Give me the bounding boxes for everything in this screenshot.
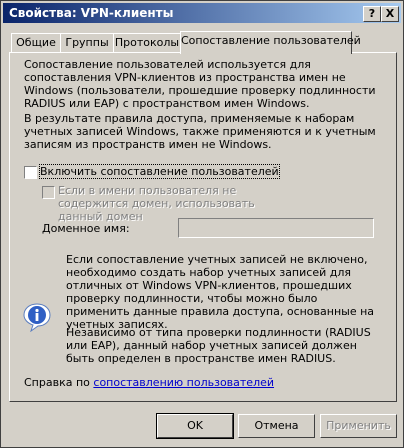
properties-dialog: Свойства: VPN-клиенты ? X Общие Группы П… (0, 0, 404, 448)
description-paragraph: Сопоставление пользователей используется… (24, 58, 376, 110)
help-button[interactable]: ? (363, 6, 381, 22)
help-text: Справка по сопоставлению пользователей (24, 376, 274, 389)
tab-general[interactable]: Общие (11, 33, 61, 52)
enable-mapping-label[interactable]: Включить сопоставление пользователей (39, 164, 280, 179)
tab-groups-label: Группы (65, 36, 109, 49)
tab-user-mapping[interactable]: Сопоставление пользователей (180, 31, 361, 54)
enable-mapping-checkbox[interactable] (24, 166, 37, 179)
ok-button-label: OK (187, 419, 203, 432)
tab-protocols-label: Протоколы (114, 36, 180, 49)
close-button[interactable]: X (381, 6, 399, 22)
window-title: Свойства: VPN-клиенты (9, 6, 174, 20)
help-prefix: Справка по (24, 376, 90, 389)
help-link[interactable]: сопоставлению пользователей (93, 376, 274, 389)
cancel-button-label: Отмена (254, 419, 299, 432)
info-paragraph-1: Если сопоставление учетных записей не вк… (66, 253, 375, 331)
info-icon (23, 303, 51, 332)
apply-button-label: Применить (326, 419, 391, 432)
tab-panel: Сопоставление пользователей используется… (9, 52, 397, 402)
tab-protocols[interactable]: Протоколы (113, 33, 181, 52)
tab-general-label: Общие (16, 36, 56, 49)
apply-button[interactable]: Применить (320, 414, 397, 438)
cancel-button[interactable]: Отмена (238, 414, 315, 438)
title-bar[interactable]: Свойства: VPN-клиенты ? X (3, 3, 401, 23)
info-paragraph-2: Независимо от типа проверки подлинности … (66, 326, 371, 365)
help-icon: ? (368, 7, 376, 20)
domain-name-input[interactable] (178, 218, 374, 238)
tab-user-mapping-label: Сопоставление пользователей (181, 34, 361, 47)
tab-groups[interactable]: Группы (60, 33, 114, 52)
nodomain-checkbox[interactable] (42, 186, 55, 199)
description-paragraph-2: В результате правила доступа, применяемы… (24, 112, 376, 151)
domain-name-label: Доменное имя: (42, 222, 130, 235)
ok-button[interactable]: OK (156, 413, 234, 439)
close-icon: X (385, 7, 395, 20)
